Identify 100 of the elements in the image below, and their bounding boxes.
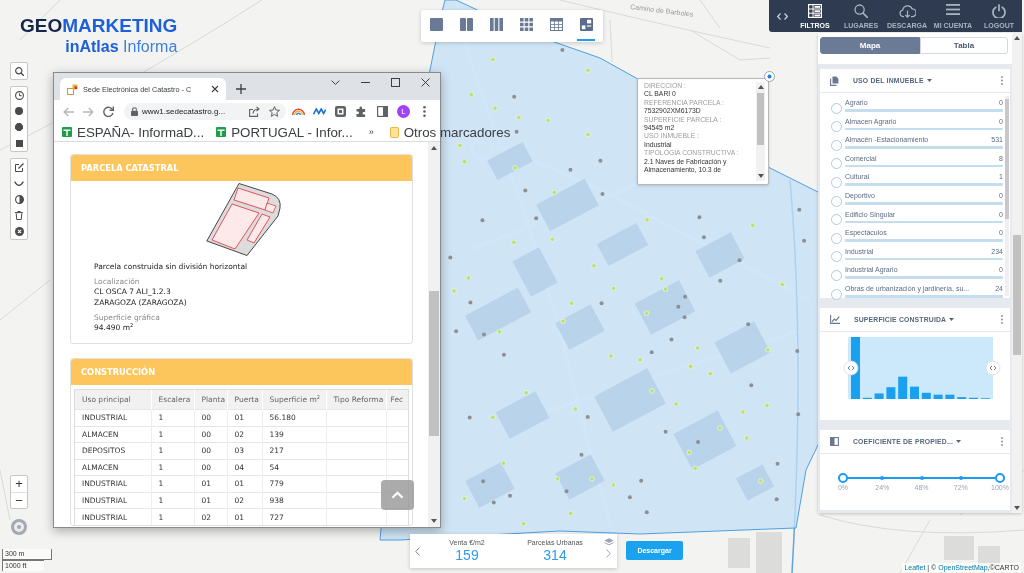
power-icon — [992, 4, 1006, 18]
bookmark-icon — [62, 127, 72, 137]
scrollbar-thumb[interactable] — [757, 93, 764, 145]
map-dot — [523, 389, 529, 396]
caret-down-icon — [956, 440, 962, 443]
stat-value: 314 — [543, 547, 567, 564]
map-dot — [718, 278, 723, 283]
trash-icon — [15, 210, 23, 220]
profile-button[interactable]: L — [397, 105, 410, 118]
map-dot — [746, 322, 751, 327]
map-dot — [467, 415, 472, 420]
map-dot — [554, 476, 561, 482]
map-dot — [591, 263, 597, 269]
map-dot — [568, 300, 575, 307]
scrollbar-thumb[interactable] — [1013, 235, 1021, 355]
address-field[interactable]: www1.sedecatastro.g... — [124, 103, 286, 120]
view-tab[interactable]: Mapa — [820, 37, 920, 54]
radio-button[interactable] — [831, 288, 842, 300]
close-icon — [211, 85, 219, 93]
target-icon — [11, 519, 27, 535]
tool-button[interactable] — [10, 62, 28, 80]
histogram-bar — [910, 386, 919, 399]
map-dot — [644, 510, 649, 515]
bookmark-link[interactable]: ESPAÑA- InformaD... — [62, 124, 205, 140]
scroll-top-button[interactable] — [381, 480, 414, 510]
map-dot — [599, 301, 604, 306]
scrollbar[interactable] — [428, 142, 440, 527]
back-arrow-icon — [62, 106, 74, 117]
favicon-icon — [67, 83, 78, 95]
map-dot — [744, 435, 750, 441]
puzzle-icon — [356, 106, 367, 117]
map-dot — [662, 286, 669, 292]
zoom-in-button[interactable]: + — [11, 476, 27, 492]
range-handle[interactable] — [985, 360, 1001, 376]
map-dot — [658, 276, 665, 282]
radio-button[interactable] — [831, 214, 842, 226]
edit-icon — [14, 162, 24, 172]
folder-icon — [389, 126, 399, 138]
search-icon — [854, 4, 868, 18]
search-icon — [14, 66, 24, 76]
slider-tick — [880, 476, 885, 480]
bookmark-folder[interactable]: Otros marcadores — [389, 124, 511, 140]
radio-button[interactable] — [831, 195, 842, 207]
radio-button[interactable] — [831, 102, 842, 114]
rainbow-arc-icon — [292, 108, 305, 115]
radio-button[interactable] — [831, 269, 842, 281]
map-dot — [608, 353, 614, 359]
map-dot — [687, 363, 694, 370]
chevron-right-icon — [606, 549, 611, 558]
chevron-up-icon — [391, 491, 404, 499]
cloud-download-icon — [898, 4, 916, 18]
more-bookmarks-button[interactable]: » — [364, 127, 378, 137]
slider-tick — [958, 476, 963, 480]
map-dot — [589, 476, 595, 482]
map-dot — [649, 388, 655, 394]
next-button[interactable] — [606, 549, 611, 558]
map-dot — [757, 478, 764, 484]
radio-button[interactable] — [831, 158, 842, 170]
star-button[interactable] — [266, 103, 282, 120]
map-dot — [797, 207, 802, 212]
split-layout-icon — [579, 18, 593, 31]
map-dot — [560, 47, 565, 52]
range-handle[interactable] — [843, 360, 859, 376]
slider-handle[interactable] — [995, 473, 1005, 483]
slider-tick — [919, 476, 924, 480]
map-dot — [600, 192, 605, 197]
map-dot — [492, 105, 498, 111]
map-dot — [740, 409, 746, 415]
table-icon — [549, 18, 563, 31]
map-dot — [564, 489, 569, 494]
scrollbar-thumb[interactable] — [429, 291, 439, 436]
map-dot — [468, 300, 473, 305]
scrollbar[interactable] — [756, 82, 765, 181]
slider-handle[interactable] — [838, 473, 848, 483]
bookmark-link[interactable]: PORTUGAL - Infor... — [216, 124, 353, 140]
caret-down-icon — [431, 519, 437, 523]
scrollbar[interactable] — [1012, 33, 1022, 513]
zoom-out-button[interactable]: − — [11, 492, 27, 508]
map-dot — [637, 356, 643, 363]
map-dot — [795, 349, 800, 353]
map-dot — [673, 401, 679, 407]
map-dot — [572, 406, 579, 412]
map-dot — [490, 414, 496, 421]
scrollbar[interactable] — [1005, 96, 1009, 296]
radio-button[interactable] — [831, 121, 842, 133]
map-dot — [696, 440, 701, 444]
map-dot — [520, 520, 527, 527]
radio-button[interactable] — [831, 139, 842, 151]
map-dot — [643, 310, 650, 316]
radio-button[interactable] — [831, 251, 842, 263]
map-dot — [549, 236, 556, 243]
plus-icon — [236, 84, 246, 94]
view-tab[interactable]: Tabla — [920, 37, 1008, 54]
scrollbar-thumb[interactable] — [1005, 99, 1009, 219]
radio-button[interactable] — [831, 176, 842, 188]
tab-close-button[interactable] — [209, 83, 221, 95]
radio-button[interactable] — [831, 232, 842, 244]
map-dot — [468, 91, 475, 98]
map-dot — [775, 461, 780, 466]
target-button[interactable] — [764, 71, 775, 82]
